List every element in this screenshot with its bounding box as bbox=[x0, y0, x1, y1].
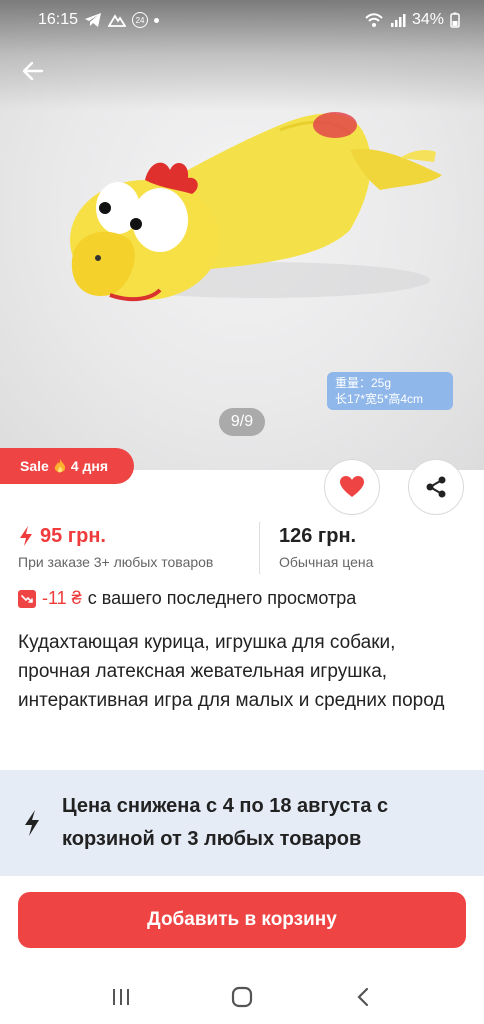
price-drop-amount: -11 ₴ bbox=[42, 588, 82, 608]
sale-badge: Sale 4 дня bbox=[0, 448, 134, 484]
clock: 16:15 bbox=[38, 11, 79, 28]
status-left: 16:15 24 bbox=[38, 11, 160, 29]
system-back-button[interactable] bbox=[343, 977, 383, 1017]
price-drop-text: с вашего последнего просмотра bbox=[87, 588, 357, 608]
lightning-icon bbox=[25, 810, 39, 836]
chevron-left-icon bbox=[357, 987, 369, 1007]
bundle-price: 95 грн. bbox=[40, 524, 106, 547]
share-button[interactable] bbox=[408, 459, 464, 515]
promo-banner: Цена снижена с 4 по 18 августа с корзино… bbox=[0, 770, 484, 876]
regular-price-block: 126 грн. Обычная цена bbox=[279, 520, 373, 570]
system-navigation-bar bbox=[0, 970, 484, 1024]
fire-icon bbox=[54, 459, 65, 473]
status-right: 34% bbox=[364, 11, 460, 29]
favorite-button[interactable] bbox=[324, 459, 380, 515]
weight-text: 重量：25g bbox=[335, 376, 392, 390]
battery-percent: 34% bbox=[411, 11, 444, 28]
battery-icon bbox=[450, 12, 460, 28]
image-overlay-spec-label: 重量：25g 长17*宽5*高4cm bbox=[327, 372, 453, 410]
price-divider bbox=[259, 522, 260, 574]
price-section: 95 грн. При заказе 3+ любых товаров 126 … bbox=[0, 520, 484, 576]
product-photo-rubber-chicken bbox=[70, 112, 442, 302]
home-button[interactable] bbox=[222, 977, 262, 1017]
bundle-price-caption: При заказе 3+ любых товаров bbox=[18, 554, 214, 570]
mountain-icon bbox=[108, 14, 127, 27]
recent-apps-icon bbox=[112, 989, 129, 1005]
price-drop-icon bbox=[18, 589, 36, 608]
share-icon bbox=[426, 476, 446, 498]
status-bar: 16:15 24 34% bbox=[0, 0, 484, 40]
lightning-icon bbox=[20, 526, 32, 546]
sale-duration: 4 дня bbox=[70, 458, 108, 474]
product-image-gallery[interactable]: 16:15 24 34% 重量：25g 长17*宽5*高4cm 9/9 bbox=[0, 0, 484, 470]
sale-label: Sale bbox=[20, 458, 49, 474]
arrow-left-icon bbox=[22, 61, 44, 81]
home-icon bbox=[231, 986, 253, 1008]
bundle-price-block: 95 грн. При заказе 3+ любых товаров bbox=[18, 520, 214, 571]
size-text: 长17*宽5*高4cm bbox=[335, 392, 424, 406]
bundle-price-line: 95 грн. bbox=[18, 520, 213, 552]
telegram-icon bbox=[85, 13, 102, 27]
heart-icon bbox=[340, 476, 364, 497]
wifi-icon bbox=[365, 13, 383, 27]
more-notifications-icon bbox=[154, 17, 160, 23]
recent-apps-button[interactable] bbox=[101, 977, 141, 1017]
promo-text: Цена снижена с 4 по 18 августа с корзино… bbox=[62, 795, 389, 850]
add-to-cart-button[interactable]: Добавить в корзину bbox=[18, 892, 466, 948]
notification-badge-icon: 24 bbox=[132, 12, 149, 28]
price-drop-notice: -11 ₴ с вашего последнего просмотра bbox=[18, 588, 356, 609]
image-pager: 9/9 bbox=[219, 408, 265, 436]
back-button[interactable] bbox=[18, 56, 48, 86]
regular-price-caption: Обычная цена bbox=[279, 554, 374, 570]
product-title: Кудахтающая курица, игрушка для собаки, … bbox=[18, 632, 445, 711]
regular-price: 126 грн. bbox=[279, 525, 357, 547]
signal-icon bbox=[390, 14, 406, 27]
